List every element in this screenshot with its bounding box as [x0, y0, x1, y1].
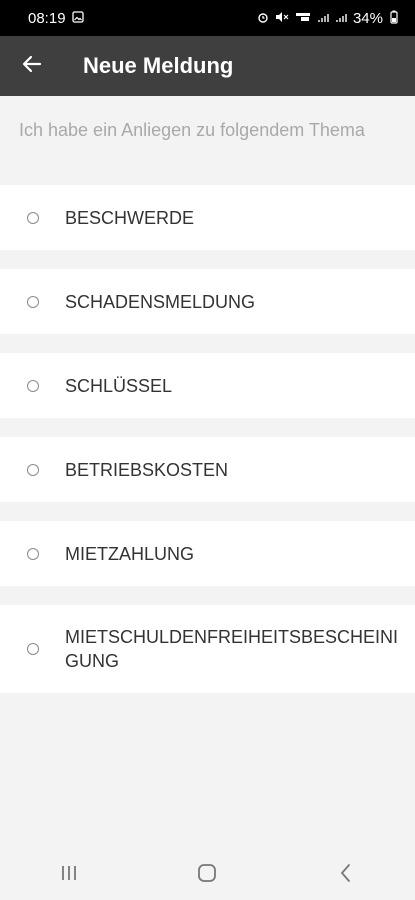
- home-icon: [197, 863, 217, 888]
- radio-button[interactable]: [27, 379, 39, 392]
- intro-text: Ich habe ein Anliegen zu folgendem Thema: [19, 120, 365, 140]
- alarm-icon: [257, 11, 269, 25]
- radio-button[interactable]: [27, 547, 39, 560]
- arrow-left-icon: [21, 53, 43, 80]
- status-right: 34%: [257, 10, 399, 27]
- recent-apps-icon: [59, 864, 79, 887]
- radio-button[interactable]: [27, 463, 39, 476]
- page-title: Neue Meldung: [83, 53, 234, 78]
- option-schadensmeldung[interactable]: SCHADENSMELDUNG: [0, 269, 415, 334]
- battery-icon: [389, 10, 399, 26]
- radio-button[interactable]: [27, 295, 39, 308]
- option-betriebskosten[interactable]: BETRIEBSKOSTEN: [0, 437, 415, 502]
- option-schluessel[interactable]: SCHLÜSSEL: [0, 353, 415, 418]
- chevron-left-icon: [339, 863, 353, 888]
- app-bar: Neue Meldung: [0, 36, 415, 96]
- option-label: SCHADENSMELDUNG: [65, 291, 256, 312]
- mute-icon: [275, 11, 289, 25]
- battery-percentage: 34%: [352, 9, 383, 27]
- status-time: 08:19: [28, 9, 66, 27]
- back-nav-button[interactable]: [311, 857, 381, 893]
- status-bar: 08:19 34%: [0, 0, 415, 36]
- option-label: MIETSCHULDENFREIHEITSBESCHEINIGUNG: [65, 627, 399, 671]
- signal-icon-2: [335, 11, 347, 25]
- option-label: SCHLÜSSEL: [65, 375, 173, 396]
- system-navigation-bar: [0, 850, 415, 900]
- option-mietzahlung[interactable]: MIETZAHLUNG: [0, 521, 415, 586]
- back-button[interactable]: [0, 36, 64, 96]
- volte-icon: [295, 11, 311, 25]
- option-mietschuldenfreiheitsbescheinigung[interactable]: MIETSCHULDENFREIHEITSBESCHEINIGUNG: [0, 605, 415, 693]
- signal-icon: [317, 11, 329, 25]
- status-left: 08:19: [28, 10, 84, 27]
- option-beschwerde[interactable]: BESCHWERDE: [0, 185, 415, 250]
- option-label: MIETZAHLUNG: [65, 543, 195, 564]
- recent-apps-button[interactable]: [34, 857, 104, 893]
- radio-button[interactable]: [27, 643, 39, 655]
- topic-option-list: BESCHWERDE SCHADENSMELDUNG SCHLÜSSEL BET…: [0, 185, 415, 712]
- radio-button[interactable]: [27, 211, 39, 224]
- option-label: BETRIEBSKOSTEN: [65, 459, 229, 480]
- option-label: BESCHWERDE: [65, 207, 195, 228]
- image-icon: [71, 11, 84, 25]
- home-button[interactable]: [172, 857, 242, 893]
